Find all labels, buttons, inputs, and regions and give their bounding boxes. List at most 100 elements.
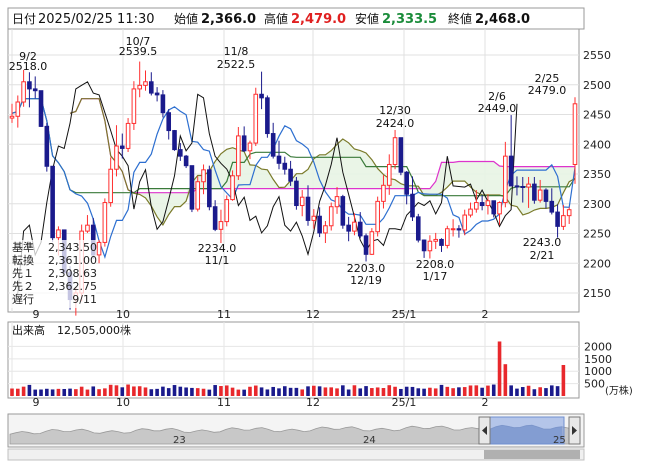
volume-bar-7	[50, 389, 55, 396]
volume-title: 出来高	[12, 323, 45, 337]
candle-body-83	[491, 200, 497, 215]
volume-bar-11	[74, 389, 78, 396]
volume-bar-72	[428, 387, 432, 396]
volume-bar-88	[520, 387, 525, 396]
low-label: 安値	[355, 11, 379, 26]
candle-body-36	[218, 221, 224, 230]
navigator[interactable]: 23 24 25	[7, 413, 585, 448]
volume-bar-84	[497, 341, 502, 396]
candle-body-97	[572, 103, 578, 165]
volume-value: 12,505,000株	[57, 323, 131, 337]
price-y-axis: 2550 2500 2450 2400 2350 2300 2250 2200 2150	[583, 49, 611, 300]
volume-x-tick-5: 2	[482, 396, 489, 409]
candle-body-54	[323, 225, 328, 234]
legend-label-4: 遅行	[12, 293, 34, 306]
volume-bar-17	[108, 384, 113, 396]
price-tick-label-2450: 2450	[583, 109, 611, 122]
volume-bar-33	[201, 388, 206, 396]
candle-body-0	[9, 115, 15, 119]
volume-bar-47	[282, 386, 287, 396]
candle-body-94	[555, 211, 560, 227]
navigator-label-23: 23	[173, 435, 186, 446]
volume-bar-71	[422, 388, 426, 396]
volume-bar-59	[352, 385, 357, 396]
legend-label-0: 基準	[12, 240, 34, 254]
volume-x-tick-4: 25/1	[392, 396, 417, 409]
volume-bar-50	[300, 389, 305, 396]
candle-body-40	[241, 135, 247, 152]
volume-x-tick-3: 12	[306, 396, 320, 409]
annotation-2-date: 11/8	[224, 45, 249, 58]
indicator-legend: 基準 2,343.50 転換 2,361.00 先１ 2,308.63 先２ 2,362.75…	[10, 240, 97, 308]
volume-bar-76	[451, 388, 455, 396]
volume-bar-16	[103, 388, 107, 396]
candle-body-90	[532, 183, 537, 201]
candle-body-73	[433, 238, 438, 242]
volume-bar-87	[515, 388, 519, 396]
navigator-right-handle[interactable]	[568, 416, 581, 445]
stock-chart: 日付 2025/02/25 11:30 始値 2,366.0 高値 2,479.…	[7, 7, 633, 461]
candle-body-16	[102, 202, 108, 243]
candle-body-61	[363, 235, 369, 255]
annotation-2-value: 2522.5	[217, 58, 256, 71]
close-value: 2,468.0	[475, 12, 530, 27]
candle-body-58	[346, 224, 351, 232]
candle-body-28	[172, 130, 177, 151]
volume-bar-93	[549, 385, 554, 396]
candle-body-50	[299, 196, 305, 207]
volume-unit: (万株)	[605, 384, 633, 397]
candle-body-7	[50, 165, 55, 239]
candle-body-91	[537, 189, 543, 201]
volume-bar-37	[224, 385, 229, 396]
volume-x-tick-1: 10	[116, 396, 130, 409]
annotation-8-date: 1/17	[423, 270, 448, 283]
candle-body-20	[125, 122, 131, 149]
candle-body-81	[479, 202, 485, 207]
volume-bar-81	[480, 387, 484, 396]
volume-bar-46	[277, 388, 281, 396]
navigator-left-handle[interactable]	[478, 416, 491, 445]
annotation-0-value: 2518.0	[9, 60, 48, 73]
candle-body-55	[328, 206, 334, 227]
price-tick-label-2350: 2350	[583, 168, 611, 181]
annotation-9-value: 2243.0	[523, 236, 562, 249]
volume-bar-5	[39, 389, 43, 396]
price-x-tick-3: 12	[306, 308, 320, 321]
candle-body-77	[456, 228, 462, 231]
volume-bar-85	[503, 364, 508, 396]
volume-bar-89	[526, 385, 531, 396]
candle-body-21	[131, 88, 137, 124]
candle-body-87	[514, 185, 520, 188]
candle-body-33	[201, 169, 206, 183]
volume-bar-78	[462, 387, 467, 396]
scrollbar-thumb[interactable]	[484, 450, 580, 459]
candle-body-41	[247, 142, 253, 152]
volume-bar-20	[126, 384, 130, 396]
volume-bar-86	[509, 385, 513, 396]
candle-body-49	[294, 180, 299, 207]
candle-body-44	[265, 97, 270, 135]
volume-bar-40	[242, 389, 246, 396]
candle-body-37	[224, 199, 230, 223]
candle-body-45	[270, 133, 276, 157]
legend-value-4: 9/11	[72, 293, 97, 306]
volume-bar-31	[190, 387, 194, 396]
high-label: 高値	[264, 11, 288, 26]
candle-body-64	[381, 184, 386, 202]
volume-bar-8	[56, 388, 61, 396]
legend-label-3: 先２	[12, 280, 34, 293]
candle-body-29	[178, 149, 183, 157]
volume-bar-94	[555, 386, 560, 396]
volume-bar-29	[178, 386, 183, 396]
candle-body-95	[561, 215, 566, 227]
candle-body-69	[410, 193, 415, 218]
volume-bar-10	[68, 388, 72, 396]
candle-body-80	[474, 202, 479, 210]
volume-bar-53	[317, 386, 322, 396]
volume-bar-38	[230, 387, 235, 396]
candle-body-47	[282, 162, 288, 170]
volume-bar-75	[445, 386, 450, 396]
volume-bar-15	[97, 389, 101, 396]
volume-bar-24	[149, 389, 154, 396]
candle-body-75	[445, 228, 450, 246]
